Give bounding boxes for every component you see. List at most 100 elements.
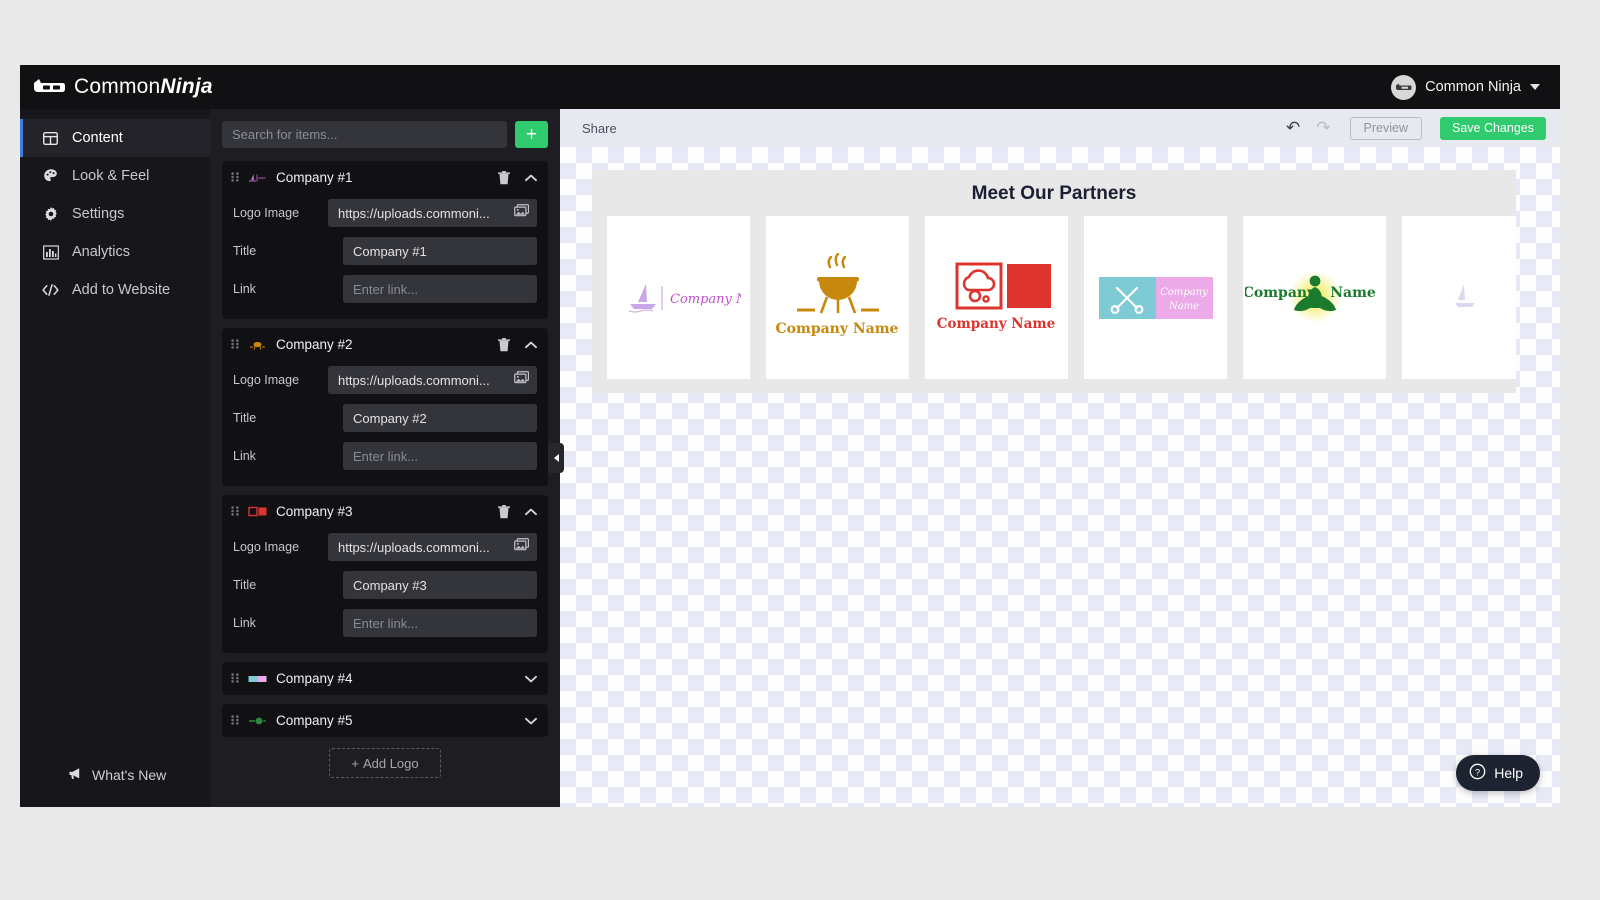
account-menu[interactable]: Common Ninja	[1391, 75, 1546, 100]
field-label: Link	[233, 449, 343, 463]
list-item: Company #1 Logo Image	[222, 161, 548, 319]
trash-icon[interactable]	[498, 505, 510, 519]
sidebar-item-content[interactable]: Content	[20, 119, 210, 157]
panel-collapse-toggle[interactable]	[548, 443, 564, 473]
triangle-left-icon	[554, 454, 559, 462]
field-label: Title	[233, 578, 343, 592]
image-picker-icon[interactable]	[514, 538, 529, 556]
field-label: Title	[233, 244, 343, 258]
preview-canvas: Meet Our Partners Company Name	[560, 147, 1560, 807]
chevron-up-icon[interactable]	[525, 508, 537, 516]
link-input[interactable]	[353, 449, 529, 464]
link-control	[343, 275, 537, 303]
sidebar-item-look-and-feel[interactable]: Look & Feel	[20, 157, 210, 195]
sidebar-item-label: Analytics	[72, 244, 130, 260]
trash-icon[interactable]	[498, 171, 510, 185]
sidebar-item-label: Look & Feel	[72, 168, 149, 184]
item-header-actions	[498, 338, 537, 352]
link-input[interactable]	[353, 616, 529, 631]
logo-card[interactable]: Company Name	[925, 216, 1068, 379]
field-label: Logo Image	[233, 373, 328, 387]
undo-icon[interactable]: ↶	[1283, 118, 1303, 138]
sailboat-logo: Company Name	[616, 278, 741, 318]
drag-handle-icon[interactable]	[231, 673, 239, 685]
item-title: Company #1	[276, 170, 489, 185]
item-body: Logo Image Title	[222, 361, 548, 486]
preview-button[interactable]: Preview	[1350, 117, 1422, 140]
logo-card[interactable]: Company Name	[607, 216, 750, 379]
whats-new-button[interactable]: What's New	[20, 767, 210, 807]
sidebar-spacer	[20, 309, 210, 767]
chevron-down-icon[interactable]	[525, 717, 537, 725]
ninja-mask-icon	[1395, 82, 1412, 93]
title-input[interactable]	[353, 244, 529, 259]
sidebar: Content Look & Feel Settings Analytics	[20, 109, 210, 807]
item-header[interactable]: Company #4	[222, 662, 548, 695]
drag-handle-icon[interactable]	[231, 339, 239, 351]
brand-name: CommonNinja	[74, 75, 213, 99]
share-label[interactable]: Share	[582, 121, 1273, 136]
drag-handle-icon[interactable]	[231, 172, 239, 184]
top-bar: CommonNinja Common Ninja	[20, 65, 1560, 109]
grill-logo: Company Name	[775, 253, 900, 343]
title-control	[343, 404, 537, 432]
item-body: Logo Image Title	[222, 194, 548, 319]
logo-card[interactable]: Company Name	[1243, 216, 1386, 379]
logo-carousel[interactable]: Company Name	[592, 216, 1516, 379]
sidebar-item-add-to-website[interactable]: Add to Website	[20, 271, 210, 309]
title-input[interactable]	[353, 578, 529, 593]
svg-text:Company: Company	[1160, 287, 1208, 298]
svg-text:Company Name: Company Name	[776, 321, 899, 337]
whats-new-label: What's New	[92, 767, 166, 783]
item-header[interactable]: Company #1	[222, 161, 548, 194]
grid-icon	[42, 131, 59, 146]
chevron-down-icon[interactable]	[525, 675, 537, 683]
widget-title: Meet Our Partners	[592, 170, 1516, 216]
search-input[interactable]	[222, 121, 507, 148]
list-item: Company #5	[222, 704, 548, 737]
drag-handle-icon[interactable]	[231, 506, 239, 518]
sidebar-item-analytics[interactable]: Analytics	[20, 233, 210, 271]
help-button[interactable]: ? Help	[1456, 755, 1540, 791]
logo-card[interactable]	[1402, 216, 1516, 379]
logo-card[interactable]: Company Name	[766, 216, 909, 379]
preview-area: Share ↶ ↷ Preview Save Changes Meet Our …	[560, 109, 1560, 807]
item-header[interactable]: Company #3	[222, 495, 548, 528]
trash-icon[interactable]	[498, 338, 510, 352]
image-picker-icon[interactable]	[514, 204, 529, 222]
brand-logo-area[interactable]: CommonNinja	[32, 75, 213, 99]
chevron-up-icon[interactable]	[525, 341, 537, 349]
sidebar-item-label: Settings	[72, 206, 124, 222]
link-control	[343, 609, 537, 637]
item-header[interactable]: Company #2	[222, 328, 548, 361]
logo-image-input[interactable]	[338, 206, 514, 221]
image-picker-icon[interactable]	[514, 371, 529, 389]
code-icon	[42, 283, 59, 297]
redo-icon: ↷	[1313, 118, 1333, 138]
sidebar-item-settings[interactable]: Settings	[20, 195, 210, 233]
add-logo-button[interactable]: + Add Logo	[329, 748, 441, 778]
ninja-mask-icon	[32, 77, 66, 97]
gear-icon	[42, 206, 59, 222]
item-header[interactable]: Company #5	[222, 704, 548, 737]
logo-image-control	[328, 533, 537, 561]
link-input[interactable]	[353, 282, 529, 297]
cloud-gears-logo: Company Name	[934, 258, 1059, 338]
item-title: Company #5	[276, 713, 516, 728]
logo-card[interactable]: Company Name	[1084, 216, 1227, 379]
add-item-button[interactable]: +	[515, 121, 548, 148]
drag-handle-icon[interactable]	[231, 715, 239, 727]
chevron-up-icon[interactable]	[525, 174, 537, 182]
title-input[interactable]	[353, 411, 529, 426]
avatar	[1391, 75, 1416, 100]
field-title: Title	[233, 399, 537, 437]
account-name: Common Ninja	[1425, 79, 1521, 95]
field-link: Link	[233, 437, 537, 475]
title-control	[343, 571, 537, 599]
yoga-logo: Company Name	[1245, 270, 1385, 326]
scissors-logo: Company Name	[1097, 275, 1215, 321]
logo-image-input[interactable]	[338, 373, 514, 388]
item-header-actions	[525, 675, 537, 683]
save-changes-button[interactable]: Save Changes	[1440, 117, 1546, 140]
logo-image-input[interactable]	[338, 540, 514, 555]
